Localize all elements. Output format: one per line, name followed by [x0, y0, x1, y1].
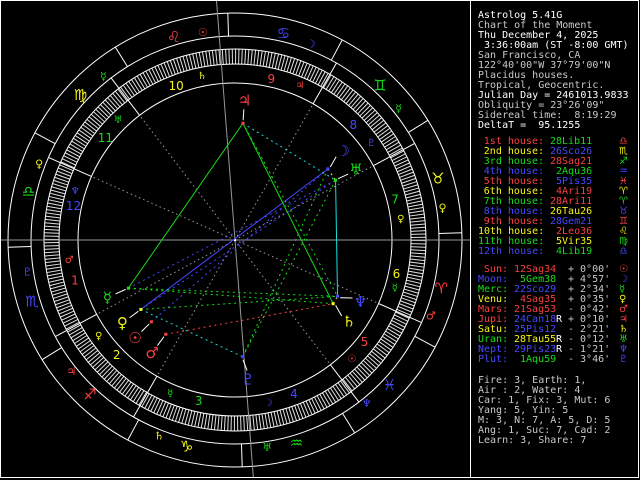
retrograde-flag: R: [556, 344, 563, 355]
astrolog-window: ♈ ♂ ♉ ♀ ♊ ☿ ♋ ☽ ♌ ☉ ♍ ☿ ♎ ♀ ♏ ♇ ♐ ♃ ♑ ♄ ♒ ♅ ♓ ♆ 1 ♂ 2 ♀ 3 ☿ 4 ☽ 5 ☉ 6 ☿ 7 ♀ 8 ♇…: [0, 0, 640, 480]
zodiac-sign-icon: ♎: [619, 246, 628, 257]
stats-line: Learn: 3, Share: 7: [478, 435, 587, 446]
info-panel: Astrolog 5.41G Chart of the Moment Thu Dec…: [0, 0, 640, 480]
planet-icon: ♇: [619, 354, 628, 365]
planet-label: Plut:: [478, 354, 509, 365]
retrograde-flag: R: [556, 314, 563, 325]
planet-row: Plut: 1Aqu59 - 3°46' ♇: [478, 354, 628, 365]
header-line: DeltaT = 95.1255: [478, 120, 581, 131]
house-row: 12th house: 4Lib19 ♎: [478, 246, 628, 257]
house-cusp-value: 4Lib19: [550, 246, 593, 257]
planet-velocity: - 3°46': [568, 354, 611, 365]
planet-position-value: 1Aqu59: [514, 354, 557, 365]
house-label: 12th house:: [478, 246, 545, 257]
